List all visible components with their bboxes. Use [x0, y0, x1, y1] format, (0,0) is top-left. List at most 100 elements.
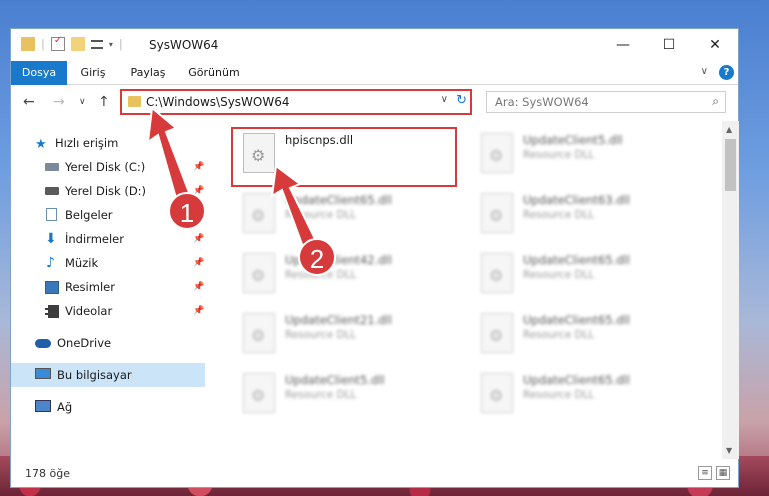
close-button[interactable]: ✕ [692, 29, 738, 61]
expand-ribbon-icon[interactable]: ∨ [701, 66, 708, 77]
tab-share[interactable]: Paylaş [123, 61, 173, 85]
file-name[interactable]: UpdateClient65.dll [523, 373, 630, 387]
title-bar: | ✓ ▾ | SysWOW64 — ☐ ✕ [11, 29, 738, 61]
file-item[interactable]: UpdateClient65.dll Resource DLL [239, 189, 469, 241]
sidebar-item-label: Yerel Disk (C:) [65, 160, 146, 174]
sidebar-item-music[interactable]: ♪ Müzik 📌 [11, 251, 205, 275]
pin-icon[interactable]: 📌 [193, 258, 204, 268]
video-icon [45, 305, 59, 318]
tab-view[interactable]: Görünüm [181, 61, 247, 85]
tab-file[interactable]: Dosya [11, 61, 67, 85]
sidebar-item-this-pc[interactable]: Bu bilgisayar [11, 363, 205, 387]
music-icon: ♪ [46, 255, 55, 271]
toolbar-dropdown-icon[interactable]: ▾ [109, 40, 113, 49]
scroll-down-icon[interactable]: ▼ [726, 446, 732, 455]
scrollbar-thumb[interactable] [725, 139, 736, 191]
sidebar-item-label: Belgeler [65, 208, 113, 222]
dll-file-icon [243, 253, 275, 293]
file-name[interactable]: UpdateClient21.dll [285, 313, 392, 327]
minimize-button[interactable]: — [600, 29, 646, 61]
back-arrow-icon[interactable]: ← [23, 94, 35, 110]
item-count: 178 öğe [25, 467, 70, 480]
file-type: Resource DLL [523, 329, 595, 341]
pin-icon[interactable]: 📌 [193, 282, 204, 292]
new-folder-icon[interactable] [70, 37, 85, 51]
folder-icon [128, 96, 141, 107]
dll-file-icon [243, 313, 275, 353]
customize-toolbar-icon[interactable] [90, 39, 103, 49]
sidebar-item-pictures[interactable]: Resimler 📌 [11, 275, 205, 299]
sidebar-item-downloads[interactable]: ⬇ İndirmeler 📌 [11, 227, 205, 251]
tab-home[interactable]: Giriş [71, 61, 115, 85]
details-view-icon[interactable]: ≡ [698, 466, 712, 480]
sidebar-item-label: Videolar [65, 304, 113, 318]
up-arrow-icon[interactable]: ↑ [98, 94, 110, 110]
search-icon[interactable]: ⌕ [712, 94, 719, 109]
sidebar-item-disk-c[interactable]: Yerel Disk (C:) 📌 [11, 155, 205, 179]
file-type: Resource DLL [285, 329, 357, 341]
file-item[interactable]: UpdateClient5.dll Resource DLL [239, 369, 469, 421]
forward-arrow-icon[interactable]: → [53, 94, 65, 110]
dll-file-icon [481, 253, 513, 293]
address-dropdown-icon[interactable]: ∨ [441, 94, 448, 105]
search-placeholder[interactable]: Ara: SysWOW64 [495, 95, 589, 109]
pin-icon[interactable]: 📌 [193, 234, 204, 244]
file-item[interactable]: UpdateClient5.dll Resource DLL [477, 129, 707, 181]
file-name[interactable]: UpdateClient65.dll [523, 313, 630, 327]
file-name[interactable]: UpdateClient5.dll [523, 133, 623, 147]
folder-icon[interactable] [21, 37, 35, 51]
dll-file-icon [243, 373, 275, 413]
file-name[interactable]: UpdateClient63.dll [523, 193, 630, 207]
recent-locations-icon[interactable]: ∨ [79, 97, 86, 107]
sidebar-item-label: Yerel Disk (D:) [65, 184, 147, 198]
sidebar-item-quick-access[interactable]: ★ Hızlı erişim [11, 131, 205, 155]
file-name[interactable]: UpdateClient65.dll [523, 253, 630, 267]
address-path[interactable]: C:\Windows\SysWOW64 [146, 95, 290, 109]
refresh-icon[interactable]: ↻ [456, 93, 467, 108]
separator: | [118, 37, 123, 51]
file-highlight-box [231, 127, 457, 187]
pin-icon[interactable]: 📌 [193, 306, 204, 316]
help-icon[interactable]: ? [719, 65, 734, 80]
file-type: Resource DLL [523, 389, 595, 401]
file-type: Resource DLL [523, 209, 595, 221]
drive-icon [45, 187, 59, 195]
status-bar: 178 öğe ≡ ▦ [11, 461, 738, 487]
file-name[interactable]: UpdateClient5.dll [285, 373, 385, 387]
window-controls: — ☐ ✕ [600, 29, 738, 61]
file-type: Resource DLL [523, 269, 595, 281]
search-box[interactable]: Ara: SysWOW64 ⌕ [486, 91, 726, 113]
file-item[interactable]: UpdateClient65.dll Resource DLL [477, 369, 707, 421]
file-type: Resource DLL [285, 209, 357, 221]
scroll-up-icon[interactable]: ▲ [726, 125, 732, 134]
file-item[interactable]: UpdateClient65.dll Resource DLL [477, 309, 707, 361]
sidebar-item-label: Ağ [57, 400, 73, 414]
view-switcher: ≡ ▦ [698, 466, 730, 480]
file-item[interactable]: UpdateClient65.dll Resource DLL [477, 249, 707, 301]
pin-icon[interactable]: 📌 [193, 162, 204, 172]
sidebar-item-videos[interactable]: Videolar 📌 [11, 299, 205, 323]
sidebar-item-label: Hızlı erişim [55, 136, 119, 150]
dll-file-icon [243, 193, 275, 233]
sidebar-item-label: Resimler [65, 280, 115, 294]
sidebar-item-label: Bu bilgisayar [57, 368, 132, 382]
maximize-button[interactable]: ☐ [646, 29, 692, 61]
sidebar-item-label: OneDrive [57, 336, 112, 350]
file-item[interactable]: UpdateClient21.dll Resource DLL [239, 309, 469, 361]
dll-file-icon [481, 313, 513, 353]
address-bar[interactable]: C:\Windows\SysWOW64 ∨ ↻ [120, 89, 472, 115]
window-title: SysWOW64 [149, 38, 219, 52]
file-item[interactable]: UpdateClient63.dll Resource DLL [477, 189, 707, 241]
computer-icon [35, 368, 51, 379]
explorer-window: | ✓ ▾ | SysWOW64 — ☐ ✕ Dosya Giriş Payla… [10, 28, 739, 488]
vertical-scrollbar[interactable]: ▲ ▼ [722, 121, 739, 459]
file-name[interactable]: UpdateClient65.dll [285, 193, 392, 207]
separator: | [41, 37, 45, 51]
file-item[interactable]: UpdateClient42.dll Resource DLL [239, 249, 469, 301]
sidebar-item-onedrive[interactable]: OneDrive [11, 331, 205, 355]
properties-icon[interactable]: ✓ [50, 35, 65, 51]
large-icons-view-icon[interactable]: ▦ [716, 466, 730, 480]
star-icon: ★ [35, 136, 47, 152]
pictures-icon [45, 281, 59, 294]
sidebar-item-network[interactable]: Ağ [11, 395, 205, 419]
